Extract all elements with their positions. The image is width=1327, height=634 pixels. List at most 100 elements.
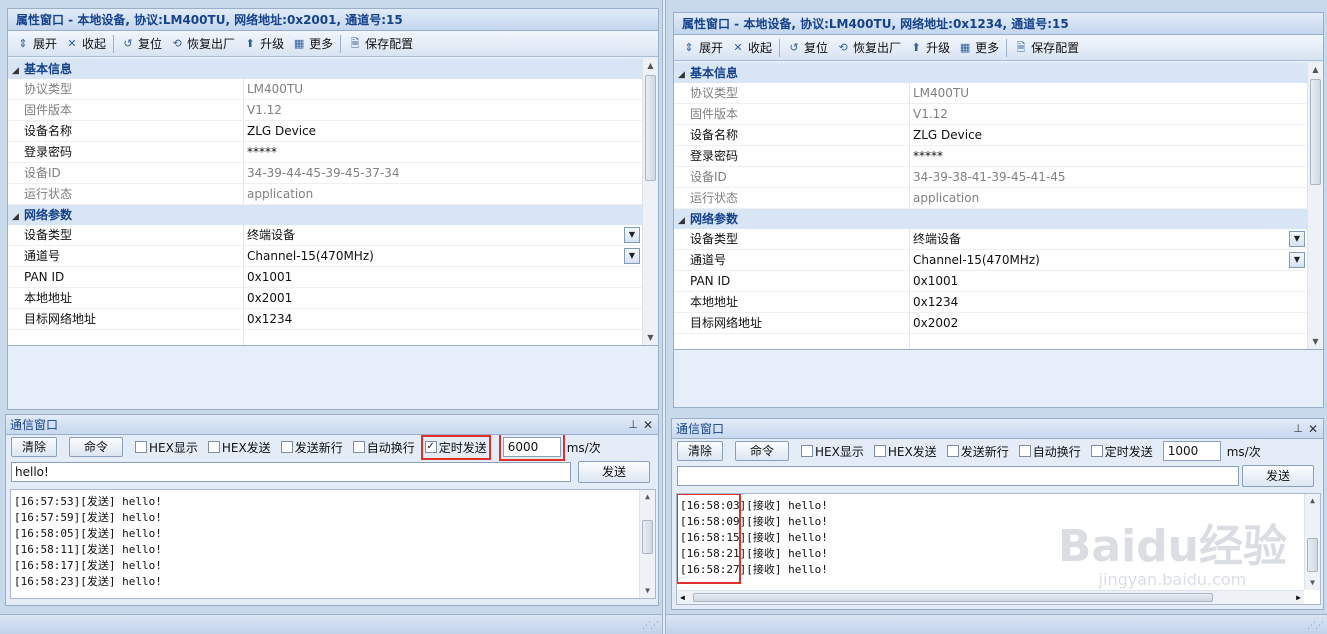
property-value[interactable]: 终端设备 ▼ [244,225,642,245]
hex-display-checkbox[interactable]: HEX显示 [801,443,864,460]
factory-reset-button[interactable]: ⟲ 恢复出厂 [832,37,905,59]
scroll-thumb[interactable] [645,75,656,181]
clear-button[interactable]: 清除 [677,441,724,461]
scroll-thumb[interactable] [642,520,653,554]
auto-wrap-checkbox[interactable]: 自动换行 [352,439,415,456]
timed-send-checkbox[interactable]: ✓ 定时发送 [420,434,491,460]
collapse-button[interactable]: ✕ 收起 [727,37,776,59]
pin-icon[interactable]: ⊥ [1293,419,1303,439]
checkbox-box[interactable] [801,445,814,457]
more-button[interactable]: ▦ 更多 [954,37,1003,59]
upgrade-button[interactable]: ⬆ 升级 [239,33,288,55]
category-network-params[interactable]: ◢ 网络参数 [674,209,1307,229]
property-row[interactable]: PAN ID 0x1001 [674,271,1307,292]
expand-button[interactable]: ⇕ 展开 [678,37,727,59]
property-row[interactable]: 协议类型 LM400TU [674,83,1307,104]
property-row[interactable]: 设备ID 34-39-38-41-39-45-41-45 [674,167,1307,188]
checkbox-box[interactable] [946,445,959,457]
factory-reset-button[interactable]: ⟲ 恢复出厂 [166,33,239,55]
checkbox-box[interactable]: ✓ [424,441,437,453]
reset-button[interactable]: ↺ 复位 [783,37,832,59]
scroll-down-icon[interactable]: ▼ [640,584,655,598]
comm-log[interactable]: [16:57:53][发送] hello! [16:57:59][发送] hell… [10,489,656,599]
property-row[interactable]: 运行状态 application [674,188,1307,209]
property-value[interactable]: ***** [244,142,642,162]
scroll-up-icon[interactable]: ▲ [640,490,655,504]
category-basic-info[interactable]: ◢ 基本信息 [674,63,1307,83]
send-text-input[interactable]: hello! [11,462,571,482]
property-row[interactable]: 设备名称 ZLG Device [674,125,1307,146]
upgrade-button[interactable]: ⬆ 升级 [905,37,954,59]
checkbox-box[interactable] [352,441,365,453]
command-button[interactable]: 命令 [735,441,790,461]
category-network-params[interactable]: ◢ 网络参数 [8,205,642,225]
property-value[interactable]: ***** [910,146,1307,166]
property-row[interactable]: 设备ID 34-39-44-45-39-45-37-34 [8,163,642,184]
pin-icon[interactable]: ⊥ [628,415,638,435]
checkbox-box[interactable] [207,441,220,453]
property-row[interactable]: 登录密码 ***** [8,142,642,163]
interval-input[interactable]: 1000 [1162,441,1221,461]
dropdown-arrow-icon[interactable]: ▼ [624,248,640,264]
checkbox-box[interactable] [1090,445,1103,457]
property-row[interactable]: 固件版本 V1.12 [674,104,1307,125]
property-row[interactable]: 设备类型 终端设备 ▼ [674,229,1307,250]
property-row[interactable]: 协议类型 LM400TU [8,79,642,100]
resize-grip-icon[interactable]: ⋰⋰ [1307,621,1324,631]
scroll-thumb[interactable] [1307,538,1318,572]
scroll-down-icon[interactable]: ▼ [1305,576,1320,590]
property-row[interactable]: 本地地址 0x2001 [8,288,642,309]
close-icon[interactable]: ✕ [1308,419,1318,439]
hex-send-checkbox[interactable]: HEX发送 [873,443,937,460]
command-button[interactable]: 命令 [69,437,124,457]
category-basic-info[interactable]: ◢ 基本信息 [8,59,642,79]
checkbox-box[interactable] [873,445,886,457]
scroll-down-icon[interactable]: ▼ [643,331,658,345]
property-row[interactable]: 运行状态 application [8,184,642,205]
property-value[interactable]: 0x2001 [244,288,642,308]
property-row[interactable]: 设备类型 终端设备 ▼ [8,225,642,246]
property-value[interactable]: 0x1234 [244,309,642,329]
log-vertical-scrollbar[interactable]: ▲ ▼ [1304,494,1320,590]
property-row[interactable]: 目标网络地址 0x2002 [674,313,1307,334]
comm-log[interactable]: [16:58:03][接收] hello! [16:58:09][接收] hell… [676,493,1321,605]
scroll-left-icon[interactable]: ◀ [680,591,685,604]
property-vertical-scrollbar[interactable]: ▲ ▼ [1307,63,1323,349]
expand-button[interactable]: ⇕ 展开 [12,33,61,55]
property-value[interactable]: Channel-15(470MHz) ▼ [244,246,642,266]
property-row[interactable]: PAN ID 0x1001 [8,267,642,288]
resize-grip-icon[interactable]: ⋰⋰ [642,621,659,631]
property-value[interactable]: Channel-15(470MHz) ▼ [910,250,1307,270]
save-config-button[interactable]: 🗎 保存配置 [1010,37,1083,59]
hex-send-checkbox[interactable]: HEX发送 [207,439,271,456]
scroll-up-icon[interactable]: ▲ [643,59,658,73]
property-value[interactable]: 0x1001 [244,267,642,287]
property-vertical-scrollbar[interactable]: ▲ ▼ [642,59,658,345]
property-value[interactable]: 0x1234 [910,292,1307,312]
clear-button[interactable]: 清除 [11,437,58,457]
scroll-down-icon[interactable]: ▼ [1308,335,1323,349]
log-horizontal-scrollbar[interactable]: ◀ ▶ [677,590,1304,604]
dropdown-arrow-icon[interactable]: ▼ [1289,231,1305,247]
auto-wrap-checkbox[interactable]: 自动换行 [1018,443,1081,460]
scroll-thumb[interactable] [693,593,1213,602]
property-row[interactable]: 通道号 Channel-15(470MHz) ▼ [8,246,642,267]
property-value[interactable]: 0x2002 [910,313,1307,333]
reset-button[interactable]: ↺ 复位 [117,33,166,55]
send-button[interactable]: 发送 [1242,465,1314,487]
property-row[interactable]: 设备名称 ZLG Device [8,121,642,142]
log-vertical-scrollbar[interactable]: ▲ ▼ [639,490,655,598]
timed-send-checkbox[interactable]: 定时发送 [1090,443,1153,460]
scroll-right-icon[interactable]: ▶ [1296,591,1301,604]
dropdown-arrow-icon[interactable]: ▼ [624,227,640,243]
close-icon[interactable]: ✕ [643,415,653,435]
property-row[interactable]: 固件版本 V1.12 [8,100,642,121]
send-text-input[interactable] [677,466,1239,486]
send-button[interactable]: 发送 [578,461,650,483]
property-value[interactable]: 0x1001 [910,271,1307,291]
scroll-up-icon[interactable]: ▲ [1308,63,1323,77]
property-value[interactable]: 终端设备 ▼ [910,229,1307,249]
property-row[interactable]: 登录密码 ***** [674,146,1307,167]
property-row[interactable]: 目标网络地址 0x1234 [8,309,642,330]
send-newline-checkbox[interactable]: 发送新行 [280,439,343,456]
